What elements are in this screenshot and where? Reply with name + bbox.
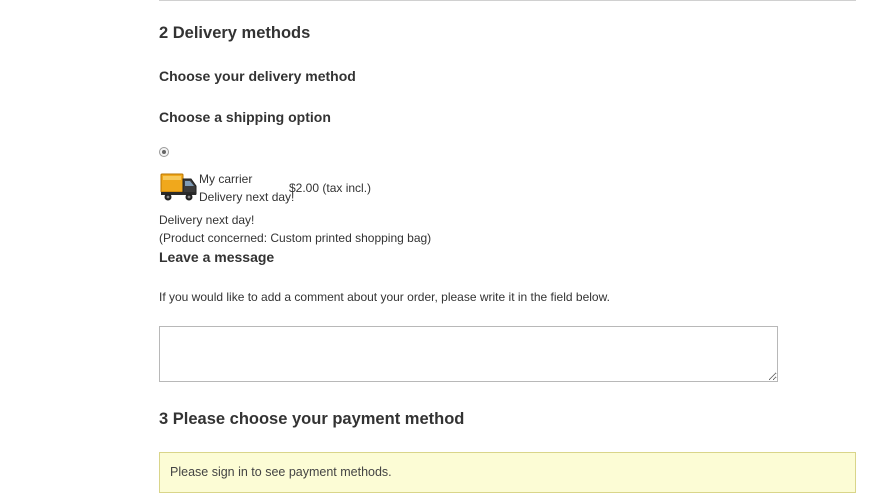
product-concerned-note: (Product concerned: Custom printed shopp…: [159, 231, 432, 245]
delivery-note: Delivery next day!: [159, 213, 255, 227]
message-hint: If you would like to add a comment about…: [159, 290, 610, 304]
carrier-delay: Delivery next day!: [199, 190, 295, 204]
delivery-method-heading: Choose your delivery method: [159, 68, 356, 84]
delivery-truck-icon: [160, 173, 197, 201]
order-message-textarea[interactable]: [159, 326, 778, 382]
sign-in-alert: Please sign in to see payment methods.: [159, 452, 856, 493]
payment-section-title: 3 Please choose your payment method: [159, 410, 465, 428]
section-divider: [159, 0, 856, 1]
sign-in-alert-text: Please sign in to see payment methods.: [170, 465, 392, 479]
leave-message-heading: Leave a message: [159, 249, 275, 265]
carrier-price: $2.00 (tax incl.): [289, 181, 372, 195]
delivery-section-title: 2 Delivery methods: [159, 24, 311, 42]
carrier-radio[interactable]: [159, 147, 169, 157]
carrier-name: My carrier: [199, 172, 253, 186]
shipping-option-heading: Choose a shipping option: [159, 109, 331, 125]
